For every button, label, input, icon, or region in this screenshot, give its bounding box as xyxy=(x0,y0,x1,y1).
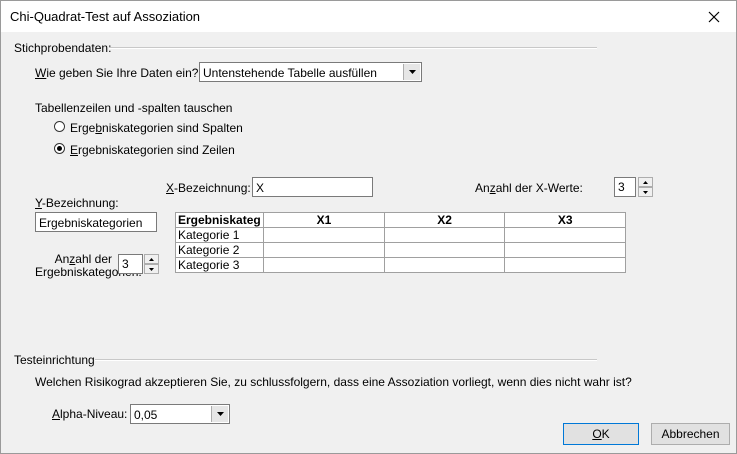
table-cell[interactable] xyxy=(504,257,626,273)
chevron-up-icon xyxy=(149,257,154,261)
table-cell[interactable] xyxy=(383,227,506,243)
x-count-up-button[interactable] xyxy=(638,177,653,187)
sample-section-divider xyxy=(109,47,597,49)
category-count-up-button[interactable] xyxy=(144,254,159,264)
table-column-header: X2 xyxy=(383,212,506,228)
title-bar: Chi-Quadrat-Test auf Assoziation xyxy=(1,1,736,32)
input-method-label: Wie geben Sie Ihre Daten ein? xyxy=(35,66,199,80)
chevron-down-icon xyxy=(149,267,154,271)
table-row-label: Kategorie 3 xyxy=(174,257,265,273)
radio-rows-label[interactable]: Ergebniskategorien sind Zeilen xyxy=(70,143,235,157)
sample-section-label: Stichprobendaten: xyxy=(14,41,112,55)
dialog-window: Chi-Quadrat-Test auf Assoziation Stichpr… xyxy=(0,0,737,454)
category-count-value[interactable]: 3 xyxy=(118,254,143,274)
x-count-value[interactable]: 3 xyxy=(614,177,636,197)
swap-label: Tabellenzeilen und -spalten tauschen xyxy=(35,101,233,115)
x-label: X-Bezeichnung: xyxy=(166,181,251,195)
alpha-dropdown-button[interactable] xyxy=(211,406,228,422)
table-cell[interactable] xyxy=(383,257,506,273)
test-section-divider xyxy=(95,359,597,361)
test-section-label: Testeinrichtung xyxy=(14,353,95,367)
table-cell[interactable] xyxy=(504,242,626,258)
chevron-up-icon xyxy=(643,180,648,184)
chevron-down-icon xyxy=(216,412,224,416)
table-row-label: Kategorie 1 xyxy=(174,227,265,243)
chevron-down-icon xyxy=(643,190,648,194)
category-count-down-button[interactable] xyxy=(144,264,159,274)
alpha-select[interactable]: 0,05 xyxy=(130,404,230,424)
radio-columns-label[interactable]: Ergebniskategorien sind Spalten xyxy=(70,121,243,135)
input-method-value: Untenstehende Tabelle ausfüllen xyxy=(203,66,377,80)
table-cell[interactable] xyxy=(263,257,385,273)
chevron-down-icon xyxy=(408,70,416,74)
data-table: Ergebniskateg X1 X2 X3 Kategorie 1 Kateg… xyxy=(174,212,626,273)
ok-button[interactable]: OK xyxy=(563,423,639,445)
y-label-input[interactable]: Ergebniskategorien xyxy=(35,212,157,232)
table-corner-header: Ergebniskateg xyxy=(174,212,265,228)
x-label-input[interactable]: X xyxy=(252,177,373,197)
window-title: Chi-Quadrat-Test auf Assoziation xyxy=(10,9,201,24)
y-label-value: Ergebniskategorien xyxy=(39,216,143,230)
close-icon xyxy=(708,11,720,22)
x-label-value: X xyxy=(256,181,265,195)
table-row: Kategorie 2 xyxy=(174,242,626,258)
input-method-dropdown-button[interactable] xyxy=(403,64,420,80)
table-row: Kategorie 1 xyxy=(174,227,626,243)
table-cell[interactable] xyxy=(263,227,385,243)
x-count-down-button[interactable] xyxy=(638,187,653,197)
table-row-label: Kategorie 2 xyxy=(174,242,265,258)
table-cell[interactable] xyxy=(504,227,626,243)
cancel-button[interactable]: Abbrechen xyxy=(651,423,730,445)
radio-columns[interactable] xyxy=(54,121,65,132)
table-header-row: Ergebniskateg X1 X2 X3 xyxy=(174,212,626,228)
alpha-value: 0,05 xyxy=(134,408,158,422)
risk-question: Welchen Risikograd akzeptieren Sie, zu s… xyxy=(35,375,632,389)
table-cell[interactable] xyxy=(383,242,506,258)
table-cell[interactable] xyxy=(263,242,385,258)
table-row: Kategorie 3 xyxy=(174,257,626,273)
input-method-select[interactable]: Untenstehende Tabelle ausfüllen xyxy=(199,62,422,82)
close-button[interactable] xyxy=(692,1,736,32)
alpha-label: Alpha-Niveau: xyxy=(52,407,128,421)
y-label: Y-Bezeichnung: xyxy=(35,196,119,210)
x-count-label: Anzahl der X-Werte: xyxy=(475,181,583,195)
category-count-label: Anzahl der Ergebniskategorien: xyxy=(35,252,142,279)
radio-rows[interactable] xyxy=(54,143,65,154)
table-column-header: X1 xyxy=(263,212,385,228)
table-column-header: X3 xyxy=(504,212,626,228)
